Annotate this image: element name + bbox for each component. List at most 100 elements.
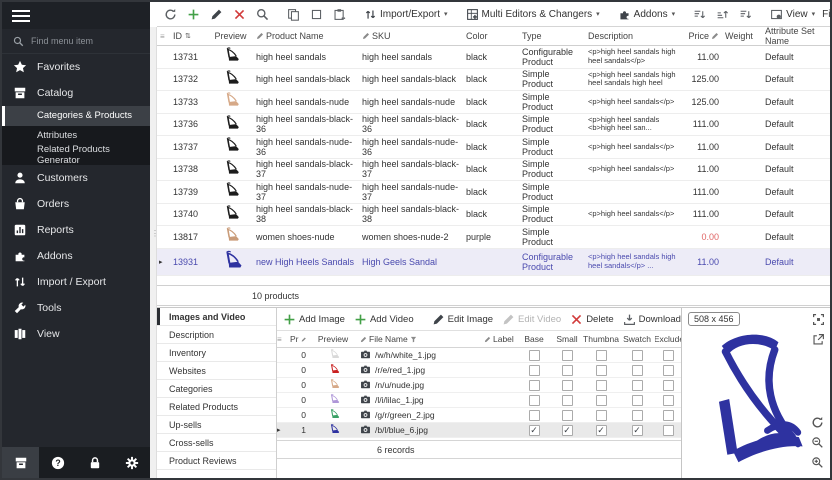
cell-type[interactable]: Simple Product xyxy=(519,69,585,89)
cell-description[interactable]: <p>high heel sandals</p> xyxy=(585,210,685,219)
base-checkbox[interactable] xyxy=(517,380,551,391)
cell-position[interactable]: 0 xyxy=(287,410,309,420)
image-row[interactable]: 0 /g/r/green_2.jpg xyxy=(277,408,681,423)
cell-file-name[interactable]: /r/e/red_1.jpg xyxy=(357,364,481,377)
tab-inventory[interactable]: Inventory xyxy=(157,344,276,362)
sort-descending-button[interactable] xyxy=(736,6,755,23)
sidebar-item-categories-products[interactable]: Categories & Products xyxy=(2,106,150,126)
column-header-label[interactable]: Label xyxy=(481,334,517,344)
open-external-button[interactable] xyxy=(812,333,825,351)
cell-type[interactable]: Simple Product xyxy=(519,227,585,247)
cell-type[interactable]: Configurable Product xyxy=(519,252,585,272)
image-preview[interactable] xyxy=(309,363,357,378)
sort-ascending-button[interactable] xyxy=(713,6,732,23)
base-checkbox[interactable]: ✓ xyxy=(517,425,551,436)
sidebar-item-addons[interactable]: Addons xyxy=(2,243,150,269)
product-row[interactable]: 13736 high heel sandals-black-36 high he… xyxy=(157,114,830,137)
cell-id[interactable]: 13732 xyxy=(170,74,208,84)
cell-attribute-set[interactable]: Default xyxy=(762,257,830,267)
small-checkbox[interactable]: ✓ xyxy=(551,425,583,436)
settings-button[interactable] xyxy=(113,447,150,478)
cell-attribute-set[interactable]: Default xyxy=(762,74,830,84)
exclude-checkbox[interactable] xyxy=(655,350,681,361)
cell-position[interactable]: 0 xyxy=(287,380,309,390)
product-preview[interactable] xyxy=(208,91,253,112)
product-row[interactable]: 13740 high heel sandals-black-38 high he… xyxy=(157,204,830,227)
small-checkbox[interactable] xyxy=(551,365,583,376)
cell-attribute-set[interactable]: Default xyxy=(762,97,830,107)
cell-price[interactable]: 0.00 xyxy=(685,232,722,242)
cell-sku[interactable]: high heel sandals-black-36 xyxy=(359,114,463,134)
swatch-checkbox[interactable] xyxy=(619,410,655,421)
tab-up-sells[interactable]: Up-sells xyxy=(157,416,276,434)
column-header-description[interactable]: Description xyxy=(585,31,685,41)
cell-sku[interactable]: women shoes-nude-2 xyxy=(359,232,463,242)
cell-price[interactable]: 11.00 xyxy=(685,257,722,267)
swatch-checkbox[interactable]: ✓ xyxy=(619,425,655,436)
swatch-checkbox[interactable] xyxy=(619,350,655,361)
column-header-file-name[interactable]: File Name xyxy=(357,334,481,344)
search-products-button[interactable] xyxy=(253,6,272,23)
cell-price[interactable]: 11.00 xyxy=(685,52,722,62)
cell-position[interactable]: 1 xyxy=(287,425,309,435)
exclude-checkbox[interactable] xyxy=(655,410,681,421)
cell-file-name[interactable]: /l/i/lilac_1.jpg xyxy=(357,394,481,407)
sidebar-item-tools[interactable]: Tools xyxy=(2,295,150,321)
cell-price[interactable]: 11.00 xyxy=(685,164,722,174)
sidebar-item-reports[interactable]: Reports xyxy=(2,217,150,243)
thumbnail-checkbox[interactable] xyxy=(583,410,619,421)
product-row-selected[interactable]: ▸ 13931 new High Heels Sandals High Geel… xyxy=(157,249,830,276)
cell-color[interactable]: black xyxy=(463,119,519,129)
thumbnail-checkbox[interactable] xyxy=(583,365,619,376)
image-preview[interactable] xyxy=(309,408,357,423)
image-row[interactable]: 0 /r/e/red_1.jpg xyxy=(277,363,681,378)
edit-product-button[interactable] xyxy=(207,6,226,23)
column-header-price[interactable]: Price xyxy=(685,31,722,41)
tab-product-reviews[interactable]: Product Reviews xyxy=(157,452,276,470)
column-header-swatch[interactable]: Swatch xyxy=(619,334,655,344)
copy-button[interactable] xyxy=(284,6,303,23)
fit-to-screen-button[interactable] xyxy=(812,313,825,331)
cell-attribute-set[interactable]: Default xyxy=(762,142,830,152)
cell-product-name[interactable]: high heel sandals-black xyxy=(253,74,359,84)
cell-description[interactable]: <p>high heel sandals</p> xyxy=(585,143,685,152)
cell-type[interactable]: Configurable Product xyxy=(519,47,585,67)
view-menu[interactable]: View ▾ xyxy=(767,6,818,23)
product-row[interactable]: 13817 women shoes-nude women shoes-nude-… xyxy=(157,226,830,249)
column-header-thumbnail[interactable]: Thumbna xyxy=(583,334,619,344)
product-row[interactable]: 13731 high heel sandals high heel sandal… xyxy=(157,46,830,69)
cell-price[interactable]: 111.00 xyxy=(685,209,722,219)
product-preview[interactable] xyxy=(208,136,253,157)
column-header-id[interactable]: ID ⇅ xyxy=(170,31,208,41)
cell-color[interactable]: black xyxy=(463,142,519,152)
cell-sku[interactable]: high heel sandals-black xyxy=(359,74,463,84)
addons-menu[interactable]: Addons ▾ xyxy=(615,6,678,23)
cell-file-name[interactable]: /n/u/nude.jpg xyxy=(357,379,481,392)
multi-editors-menu[interactable]: Multi Editors & Changers ▾ xyxy=(463,6,603,23)
image-preview[interactable] xyxy=(309,423,357,438)
splitter[interactable]: ⋮ xyxy=(150,27,157,478)
lock-button[interactable] xyxy=(76,447,113,478)
product-row[interactable]: 13732 high heel sandals-black high heel … xyxy=(157,69,830,92)
cell-product-name[interactable]: high heel sandals-black-37 xyxy=(253,159,359,179)
cell-type[interactable]: Simple Product xyxy=(519,159,585,179)
product-row[interactable]: 13737 high heel sandals-nude-36 high hee… xyxy=(157,136,830,159)
cell-type[interactable]: Simple Product xyxy=(519,92,585,112)
cell-description[interactable]: <p>high heel sandals</p> xyxy=(585,98,685,107)
cell-file-name[interactable]: /w/h/white_1.jpg xyxy=(357,349,481,362)
product-row[interactable]: 13733 high heel sandals-nude high heel s… xyxy=(157,91,830,114)
cell-product-name[interactable]: women shoes-nude xyxy=(253,232,359,242)
sort-az-button[interactable] xyxy=(690,6,709,23)
product-preview[interactable] xyxy=(208,69,253,90)
product-preview[interactable] xyxy=(208,249,253,275)
help-button[interactable] xyxy=(39,447,76,478)
cell-color[interactable]: black xyxy=(463,74,519,84)
tab-websites[interactable]: Websites xyxy=(157,362,276,380)
cell-id[interactable]: 13733 xyxy=(170,97,208,107)
rotate-refresh-button[interactable] xyxy=(811,416,824,434)
hamburger-menu-icon[interactable] xyxy=(12,7,30,25)
cell-attribute-set[interactable]: Default xyxy=(762,209,830,219)
column-header-attribute-set[interactable]: Attribute Set Name xyxy=(762,26,830,46)
zoom-in-button[interactable] xyxy=(811,456,824,474)
cell-description[interactable]: <p>high heel sandals high heel sandals</… xyxy=(585,48,685,65)
